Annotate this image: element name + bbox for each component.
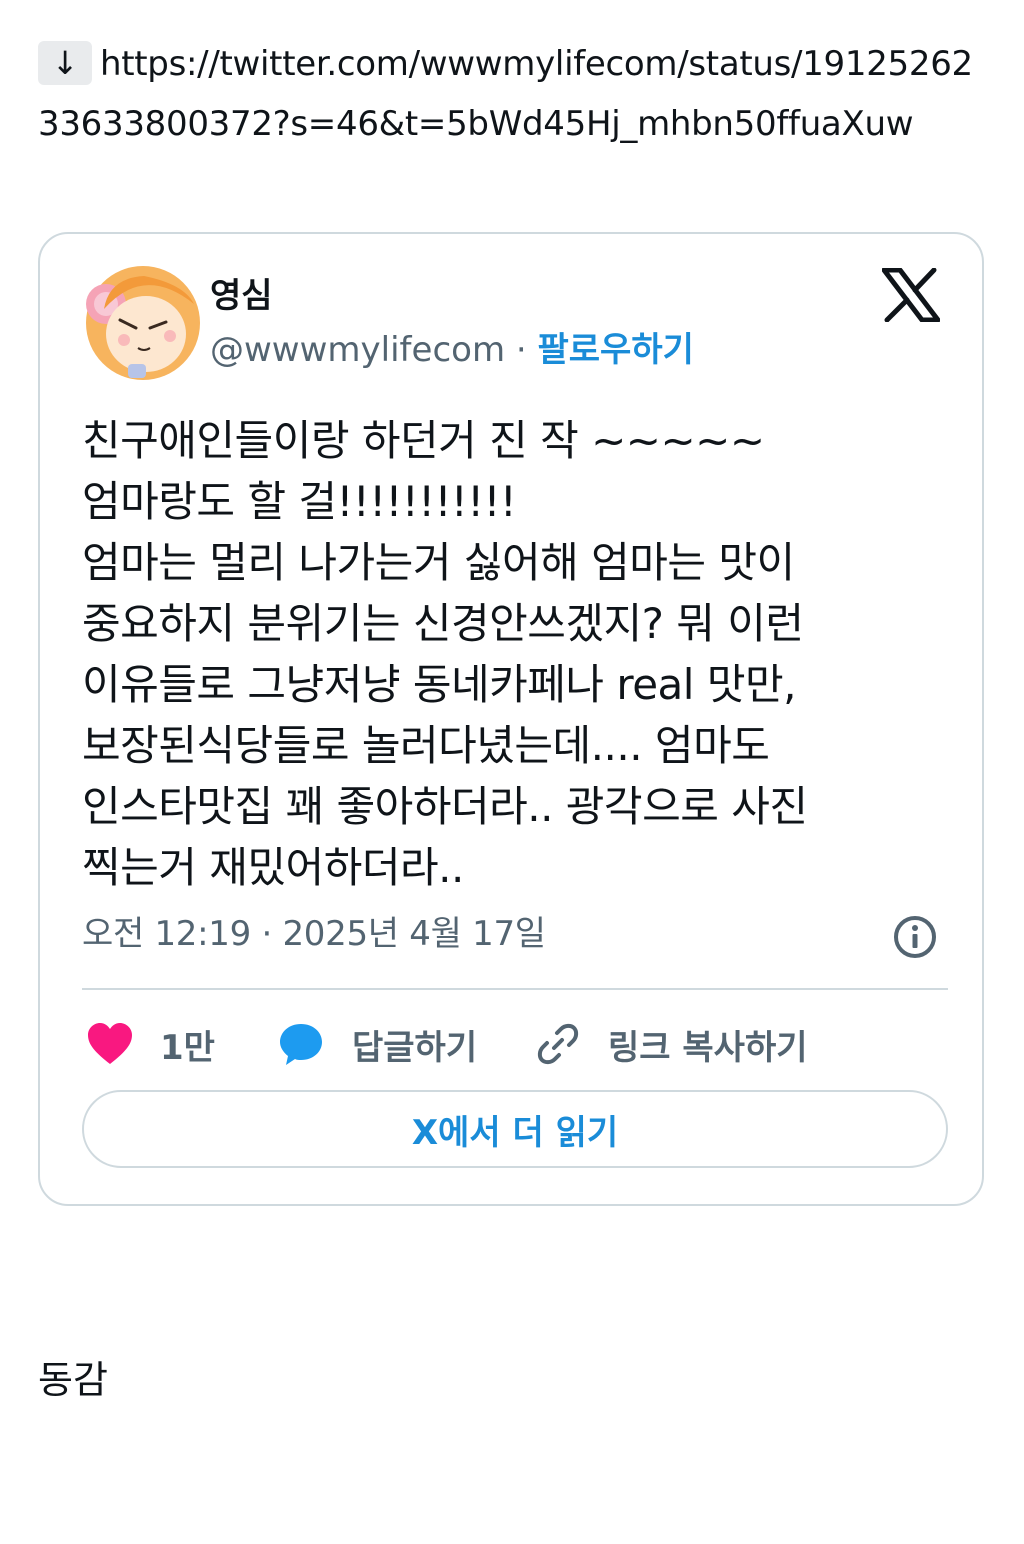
tweet-text: 친구애인들이랑 하던거 진 작 ~~~~~ 엄마랑도 할 걸!!!!!!!!!!… — [82, 416, 808, 892]
like-button[interactable]: 1만 — [86, 1014, 215, 1074]
author-name[interactable]: 영심 — [210, 274, 273, 318]
like-count: 1만 — [160, 1027, 215, 1068]
x-logo-icon[interactable] — [882, 268, 940, 322]
follow-button[interactable]: 팔로우하기 — [538, 330, 694, 370]
avatar[interactable] — [84, 264, 202, 382]
tweet-actions: 1만 답글하기 링크 복사하기 — [82, 1014, 948, 1074]
read-more-on-x-button[interactable]: X에서 더 읽기 — [82, 1090, 948, 1168]
link-icon — [537, 1023, 579, 1065]
separator-dot: · — [515, 330, 527, 370]
reply-bubble-icon — [280, 1024, 322, 1065]
handle-row: @wwwmylifecom · 팔로우하기 — [210, 328, 694, 372]
copy-link-button[interactable]: 링크 복사하기 — [536, 1014, 808, 1074]
reply-label: 답글하기 — [352, 1027, 478, 1068]
shared-link[interactable]: ↓ https://twitter.com/wwwmylifecom/status… — [38, 34, 988, 154]
info-icon[interactable] — [892, 914, 938, 960]
tweet-embed-card[interactable]: 영심 @wwwmylifecom · 팔로우하기 친구애인들이랑 하던거 진 작… — [38, 232, 984, 1206]
copy-link-label: 링크 복사하기 — [608, 1027, 808, 1068]
link-url[interactable]: https://twitter.com/wwwmylifecom/status/… — [38, 44, 973, 144]
tweet-timestamp[interactable]: 오전 12:19 · 2025년 4월 17일 — [82, 912, 546, 956]
reply-button[interactable]: 답글하기 — [278, 1014, 477, 1074]
divider — [82, 988, 948, 990]
author-handle[interactable]: @wwwmylifecom — [210, 330, 505, 370]
down-arrow-icon: ↓ — [38, 40, 92, 85]
comment-text: 동감 — [38, 1358, 108, 1402]
heart-icon — [88, 1023, 132, 1064]
